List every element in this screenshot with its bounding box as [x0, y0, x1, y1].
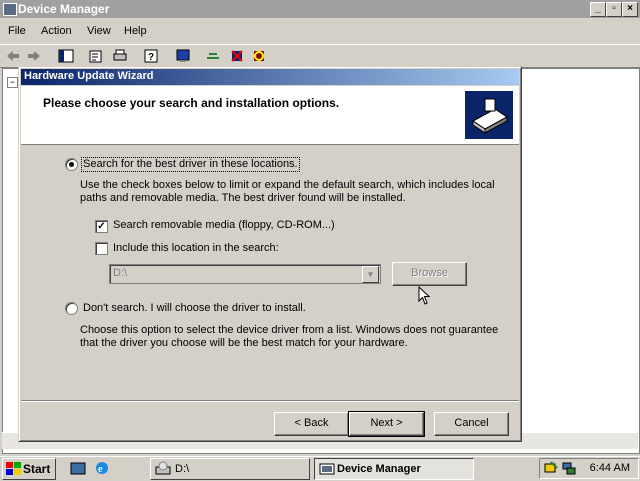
cd-drive-icon	[155, 461, 171, 475]
close-button[interactable]: ×	[622, 2, 638, 17]
removable-media-checkbox[interactable]: ✓	[95, 220, 108, 233]
task-d-drive-label: D:\	[175, 463, 190, 475]
disable-icon[interactable]	[251, 48, 267, 64]
back-icon[interactable]	[5, 48, 21, 64]
task-device-manager-label: Device Manager	[337, 463, 421, 475]
wizard-title-bar[interactable]: Hardware Update Wizard	[21, 69, 519, 85]
tree-collapse-icon[interactable]: −	[7, 77, 18, 88]
search-option-description: Use the check boxes below to limit or ex…	[80, 179, 495, 204]
menu-help[interactable]: Help	[124, 25, 147, 37]
start-button[interactable]: Start	[2, 458, 56, 480]
network-icon[interactable]	[561, 460, 577, 476]
search-option-label[interactable]: Search for the best driver in these loca…	[81, 157, 300, 172]
safely-remove-hardware-icon[interactable]	[543, 460, 559, 476]
restore-button[interactable]: ▫	[606, 2, 622, 17]
search-option-radio[interactable]	[65, 158, 78, 171]
system-tray: 6:44 AM	[539, 458, 639, 479]
back-button[interactable]: < Back	[274, 412, 349, 436]
device-manager-title-bar[interactable]: Device Manager _ ▫ ×	[0, 0, 640, 18]
location-value: D:\	[113, 267, 128, 279]
svg-text:e: e	[98, 464, 103, 475]
removable-media-label: Search removable media (floppy, CD-ROM..…	[113, 219, 335, 231]
device-manager-task-icon	[319, 463, 335, 475]
show-desktop-icon[interactable]	[70, 460, 86, 476]
svg-text:?: ?	[148, 52, 154, 63]
internet-explorer-icon[interactable]: e	[94, 460, 110, 476]
wizard-separator	[21, 400, 519, 402]
hardware-wizard-icon	[465, 91, 513, 139]
menu-file[interactable]: File	[8, 25, 26, 37]
menu-action[interactable]: Action	[41, 25, 72, 37]
include-location-checkbox[interactable]	[95, 242, 108, 255]
toolbar: ?	[0, 44, 640, 68]
clock[interactable]: 6:44 AM	[590, 462, 630, 474]
wizard-header: Please choose your search and installati…	[21, 86, 519, 145]
menu-bar: File Action View Help	[0, 22, 640, 42]
wizard-heading: Please choose your search and installati…	[43, 96, 340, 110]
hardware-update-wizard: Hardware Update Wizard Please choose you…	[18, 66, 522, 442]
next-button[interactable]: Next >	[348, 411, 425, 437]
device-manager-icon	[3, 3, 17, 16]
scan-icon[interactable]	[175, 48, 191, 64]
location-combobox[interactable]: D:\ ▼	[109, 264, 381, 284]
device-manager-title: Device Manager	[18, 2, 110, 16]
start-label: Start	[23, 462, 51, 476]
dont-search-option-radio[interactable]	[65, 302, 78, 315]
print-icon[interactable]	[112, 48, 128, 64]
cancel-button[interactable]: Cancel	[434, 412, 509, 436]
mouse-cursor-icon	[418, 286, 430, 305]
dont-search-option-description: Choose this option to select the device …	[80, 324, 499, 349]
properties-icon[interactable]	[88, 48, 104, 64]
uninstall-icon[interactable]	[229, 48, 245, 64]
help-icon[interactable]: ?	[143, 48, 159, 64]
console-tree-icon[interactable]	[58, 48, 74, 64]
windows-logo-icon	[6, 462, 21, 475]
dont-search-option-label[interactable]: Don't search. I will choose the driver t…	[83, 302, 306, 315]
forward-icon[interactable]	[26, 48, 42, 64]
include-location-label: Include this location in the search:	[113, 242, 279, 254]
task-d-drive[interactable]: D:\	[150, 458, 310, 480]
wizard-title: Hardware Update Wizard	[24, 70, 154, 82]
update-driver-icon[interactable]	[205, 48, 221, 64]
browse-button[interactable]: Browse	[392, 262, 467, 286]
menu-view[interactable]: View	[87, 25, 111, 37]
task-device-manager[interactable]: Device Manager	[314, 458, 474, 480]
minimize-button[interactable]: _	[590, 2, 606, 17]
chevron-down-icon[interactable]: ▼	[362, 266, 379, 283]
